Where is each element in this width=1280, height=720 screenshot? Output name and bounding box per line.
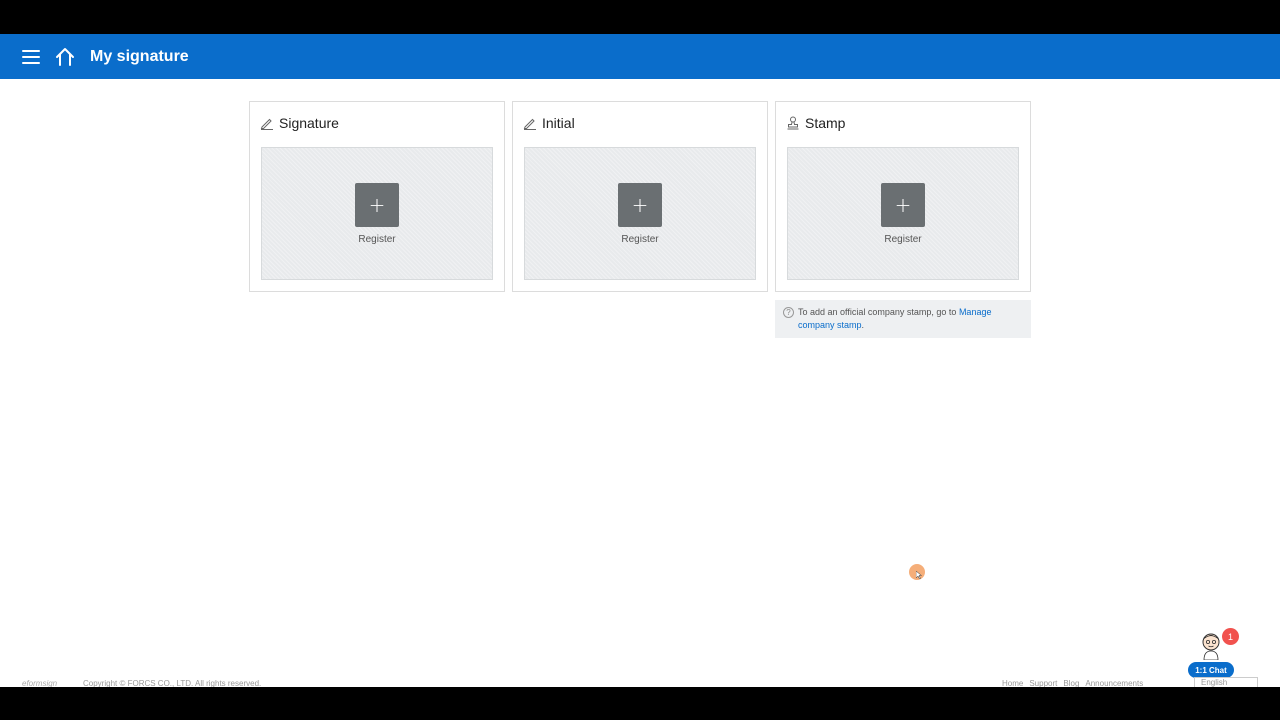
card-title: Initial bbox=[542, 115, 575, 131]
footer-links: Home Support Blog Announcements bbox=[1002, 679, 1143, 687]
note-text-suffix: . bbox=[861, 320, 865, 330]
footer: eformsign Copyright © FORCS CO., LTD. Al… bbox=[0, 677, 1280, 687]
signature-card: Signature + Register bbox=[249, 101, 505, 292]
chat-widget[interactable]: 1 1:1 Chat bbox=[1188, 628, 1239, 680]
language-select[interactable]: English bbox=[1194, 677, 1258, 687]
app-window: My signature Signature + Register Initia… bbox=[0, 34, 1280, 687]
register-stamp-area[interactable]: + Register bbox=[787, 147, 1019, 280]
add-stamp-button[interactable]: + bbox=[881, 183, 925, 227]
hamburger-menu-icon[interactable] bbox=[22, 49, 40, 64]
stamp-card: Stamp + Register bbox=[775, 101, 1031, 292]
chat-label: 1:1 Chat bbox=[1188, 662, 1234, 678]
pen-icon bbox=[523, 116, 537, 130]
plus-icon: + bbox=[368, 193, 386, 217]
header-bar: My signature bbox=[0, 34, 1280, 79]
card-header: Stamp bbox=[786, 115, 845, 131]
register-initial-area[interactable]: + Register bbox=[524, 147, 756, 280]
footer-link-blog[interactable]: Blog bbox=[1063, 679, 1079, 687]
card-header: Initial bbox=[523, 115, 575, 131]
register-label: Register bbox=[621, 234, 659, 245]
plus-icon: + bbox=[894, 193, 912, 217]
home-icon[interactable] bbox=[54, 46, 76, 68]
chat-notification-badge: 1 bbox=[1222, 628, 1239, 645]
card-title: Signature bbox=[279, 115, 339, 131]
plus-icon: + bbox=[631, 193, 649, 217]
footer-link-announcements[interactable]: Announcements bbox=[1085, 679, 1143, 687]
card-header: Signature bbox=[260, 115, 339, 131]
stamp-info-note: ? To add an official company stamp, go t… bbox=[775, 300, 1031, 338]
register-label: Register bbox=[884, 234, 922, 245]
footer-link-home[interactable]: Home bbox=[1002, 679, 1023, 687]
chat-agent-avatar-icon bbox=[1202, 633, 1220, 660]
add-initial-button[interactable]: + bbox=[618, 183, 662, 227]
note-text-main: To add an official company stamp, go to bbox=[798, 307, 959, 317]
bottom-black-bar bbox=[0, 687, 1280, 720]
pen-icon bbox=[260, 116, 274, 130]
card-title: Stamp bbox=[805, 115, 846, 131]
help-icon: ? bbox=[783, 307, 794, 318]
stamp-icon bbox=[786, 116, 800, 130]
add-signature-button[interactable]: + bbox=[355, 183, 399, 227]
footer-link-support[interactable]: Support bbox=[1029, 679, 1057, 687]
signature-cards: Signature + Register Initial + Register bbox=[249, 101, 1031, 292]
note-text: To add an official company stamp, go to … bbox=[798, 306, 1023, 338]
footer-brand-logo: eformsign bbox=[22, 679, 58, 687]
footer-copyright: Copyright © FORCS CO., LTD. All rights r… bbox=[83, 679, 262, 687]
top-black-bar bbox=[0, 0, 1280, 34]
register-signature-area[interactable]: + Register bbox=[261, 147, 493, 280]
page-title: My signature bbox=[90, 47, 189, 65]
initial-card: Initial + Register bbox=[512, 101, 768, 292]
register-label: Register bbox=[358, 234, 396, 245]
cursor-arrow-icon bbox=[916, 571, 922, 579]
